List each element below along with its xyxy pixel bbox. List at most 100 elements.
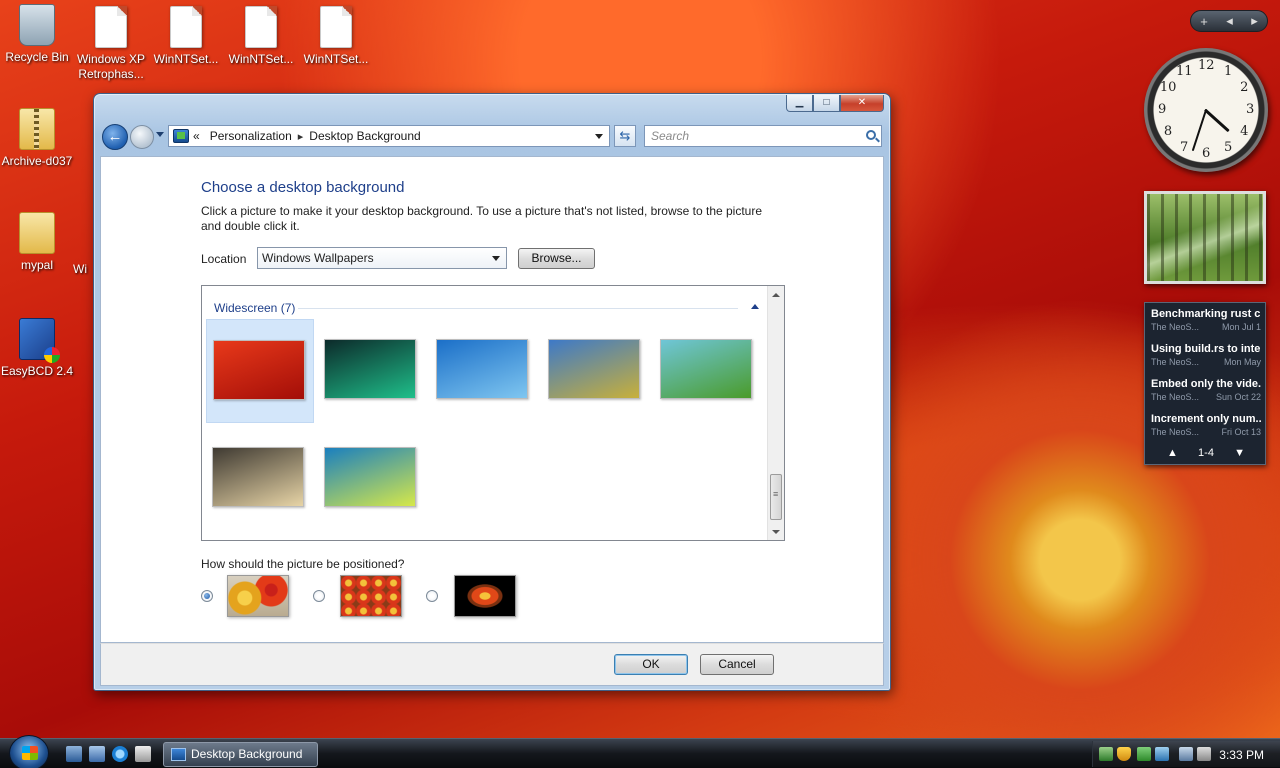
position-center-preview[interactable] — [454, 575, 516, 617]
recycle-bin-icon — [19, 4, 55, 46]
previous-gadget-page-button[interactable]: ◂ — [1226, 13, 1233, 29]
scroll-down-icon[interactable] — [772, 530, 780, 534]
file-icon — [95, 6, 127, 48]
dialog-footer: OK Cancel — [100, 643, 884, 686]
feed-up-icon[interactable]: ▲ — [1167, 447, 1178, 459]
update-icon[interactable] — [1137, 747, 1151, 761]
feed-item-date: Mon May — [1223, 357, 1261, 367]
scrollbar-thumb[interactable] — [770, 474, 782, 520]
feed-item-date: Fri Oct 13 — [1221, 427, 1261, 437]
feed-down-icon[interactable]: ▼ — [1234, 447, 1245, 459]
address-dropdown-icon[interactable] — [595, 134, 603, 139]
page-title: Choose a desktop background — [201, 179, 405, 196]
system-tray: 3:33 PM — [1092, 741, 1280, 767]
wallpaper-thumbnail-cell[interactable] — [206, 319, 314, 423]
desktop-icon-label: Recycle Bin — [5, 50, 69, 64]
mountain-lake-wallpaper[interactable] — [212, 447, 304, 507]
show-desktop-icon[interactable] — [66, 746, 82, 762]
position-fit-preview[interactable] — [227, 575, 289, 617]
wallpaper-thumbnail-cell[interactable] — [542, 319, 650, 423]
media-icon[interactable] — [135, 746, 151, 762]
add-gadget-button[interactable]: + — [1200, 14, 1208, 29]
start-button[interactable] — [9, 735, 49, 768]
wallpaper-thumbnail-cell[interactable] — [318, 427, 426, 531]
feed-item-date: Sun Oct 22 — [1215, 392, 1261, 402]
display-icon[interactable] — [1179, 747, 1193, 761]
breadcrumb-separator-icon[interactable]: ▸ — [298, 130, 304, 143]
fish-wallpaper[interactable] — [436, 339, 528, 399]
ok-button[interactable]: OK — [614, 654, 688, 675]
clock-numeral: 10 — [1159, 80, 1177, 95]
desktop-icon-winntsetup-1[interactable]: WinNTSet... — [147, 6, 225, 67]
feed-item[interactable]: Benchmarking rust c... The NeoS... Mon Ju… — [1147, 305, 1265, 338]
clock-numeral: 12 — [1198, 58, 1215, 73]
breadcrumb-overflow[interactable]: « — [193, 129, 200, 143]
taskbar-clock[interactable]: 3:33 PM — [1219, 748, 1264, 762]
clock-gadget[interactable]: 12 1 2 3 4 5 6 7 8 9 10 11 — [1144, 48, 1268, 172]
feed-item[interactable]: Increment only num... The NeoS... Fri Oct… — [1147, 410, 1265, 443]
navigation-bar: ← « Personalization ▸ Desktop Background… — [100, 124, 884, 150]
feed-item[interactable]: Using build.rs to inte... The NeoS... Mon… — [1147, 340, 1265, 373]
group-header-widescreen[interactable]: Widescreen (7) — [214, 301, 295, 315]
vertical-scrollbar[interactable] — [767, 286, 784, 540]
desktop-icon-archive[interactable]: Archive-d037 — [0, 108, 76, 169]
breadcrumb-desktop-background[interactable]: Desktop Background — [309, 129, 420, 143]
vista-aurora-wallpaper[interactable] — [324, 447, 416, 507]
wallpaper-thumbnail-cell[interactable] — [206, 427, 314, 531]
desktop-icon-winntsetup-2[interactable]: WinNTSet... — [222, 6, 300, 67]
position-tile-preview[interactable] — [340, 575, 402, 617]
desktop-icon-windows-xp[interactable]: Windows XP Retrophas... — [72, 6, 150, 82]
feed-item-title: Benchmarking rust c... — [1151, 308, 1261, 320]
forward-button[interactable] — [130, 125, 154, 149]
next-gadget-page-button[interactable]: ▸ — [1251, 13, 1258, 29]
switch-windows-icon[interactable] — [89, 746, 105, 762]
network-icon[interactable] — [1099, 747, 1113, 761]
scroll-up-icon[interactable] — [772, 293, 780, 297]
internet-explorer-icon[interactable] — [112, 746, 128, 762]
hills-wallpaper[interactable] — [548, 339, 640, 399]
refresh-button[interactable]: ⇆ — [614, 125, 636, 147]
wallpaper-thumbnail-cell[interactable] — [318, 319, 426, 423]
collapse-group-icon[interactable] — [751, 304, 759, 309]
breadcrumb-personalization[interactable]: Personalization — [210, 129, 292, 143]
aurora-wallpaper[interactable] — [324, 339, 416, 399]
feed-item-title: Embed only the vide... — [1151, 378, 1261, 390]
cancel-button[interactable]: Cancel — [700, 654, 774, 675]
taskbar-button-desktop-background[interactable]: Desktop Background — [163, 742, 318, 767]
desktop-icon-recycle-bin[interactable]: Recycle Bin — [0, 4, 76, 65]
feed-item[interactable]: Embed only the vide... The NeoS... Sun Oc… — [1147, 375, 1265, 408]
slideshow-gadget[interactable] — [1144, 191, 1266, 284]
clock-numeral: 7 — [1180, 140, 1189, 156]
desktop-icon-easybcd[interactable]: EasyBCD 2.4 — [0, 318, 76, 379]
browse-button[interactable]: Browse... — [518, 248, 595, 269]
minimize-button[interactable]: ▁ — [786, 95, 813, 112]
back-button[interactable]: ← — [102, 124, 128, 150]
wallpaper-thumbnail-cell[interactable] — [430, 319, 538, 423]
volume-muted-icon[interactable] — [1197, 747, 1211, 761]
clock-numeral: 1 — [1224, 63, 1233, 79]
recent-pages-dropdown-icon[interactable] — [156, 132, 164, 137]
file-icon — [320, 6, 352, 48]
palm-leaf-wallpaper[interactable] — [660, 339, 752, 399]
clock-minute-hand — [1191, 108, 1208, 152]
page-description: Click a picture to make it your desktop … — [201, 204, 763, 233]
maximize-button[interactable]: □ — [813, 95, 840, 112]
position-question: How should the picture be positioned? — [201, 557, 405, 571]
desktop-icon-label: Archive-d037 — [1, 154, 73, 168]
sync-icon[interactable] — [1155, 747, 1169, 761]
desktop-icon-label: Windows XP Retrophas... — [76, 52, 146, 81]
red-flower-wallpaper[interactable] — [213, 340, 305, 400]
wallpaper-gallery: Widescreen (7) — [201, 285, 785, 541]
position-fit-radio[interactable] — [201, 590, 213, 602]
address-bar[interactable]: « Personalization ▸ Desktop Background — [168, 125, 610, 147]
wallpaper-thumbnail-cell[interactable] — [654, 319, 762, 423]
search-input[interactable]: Search — [644, 125, 882, 147]
position-center-radio[interactable] — [426, 590, 438, 602]
security-shield-icon[interactable] — [1117, 747, 1131, 761]
desktop-icon-winntsetup-3[interactable]: WinNTSet... — [297, 6, 375, 67]
search-icon[interactable] — [866, 130, 876, 140]
location-select[interactable]: Windows Wallpapers — [257, 247, 507, 269]
close-button[interactable]: ✕ — [840, 95, 884, 112]
clock-numeral: 8 — [1163, 124, 1173, 139]
position-tile-radio[interactable] — [313, 590, 325, 602]
